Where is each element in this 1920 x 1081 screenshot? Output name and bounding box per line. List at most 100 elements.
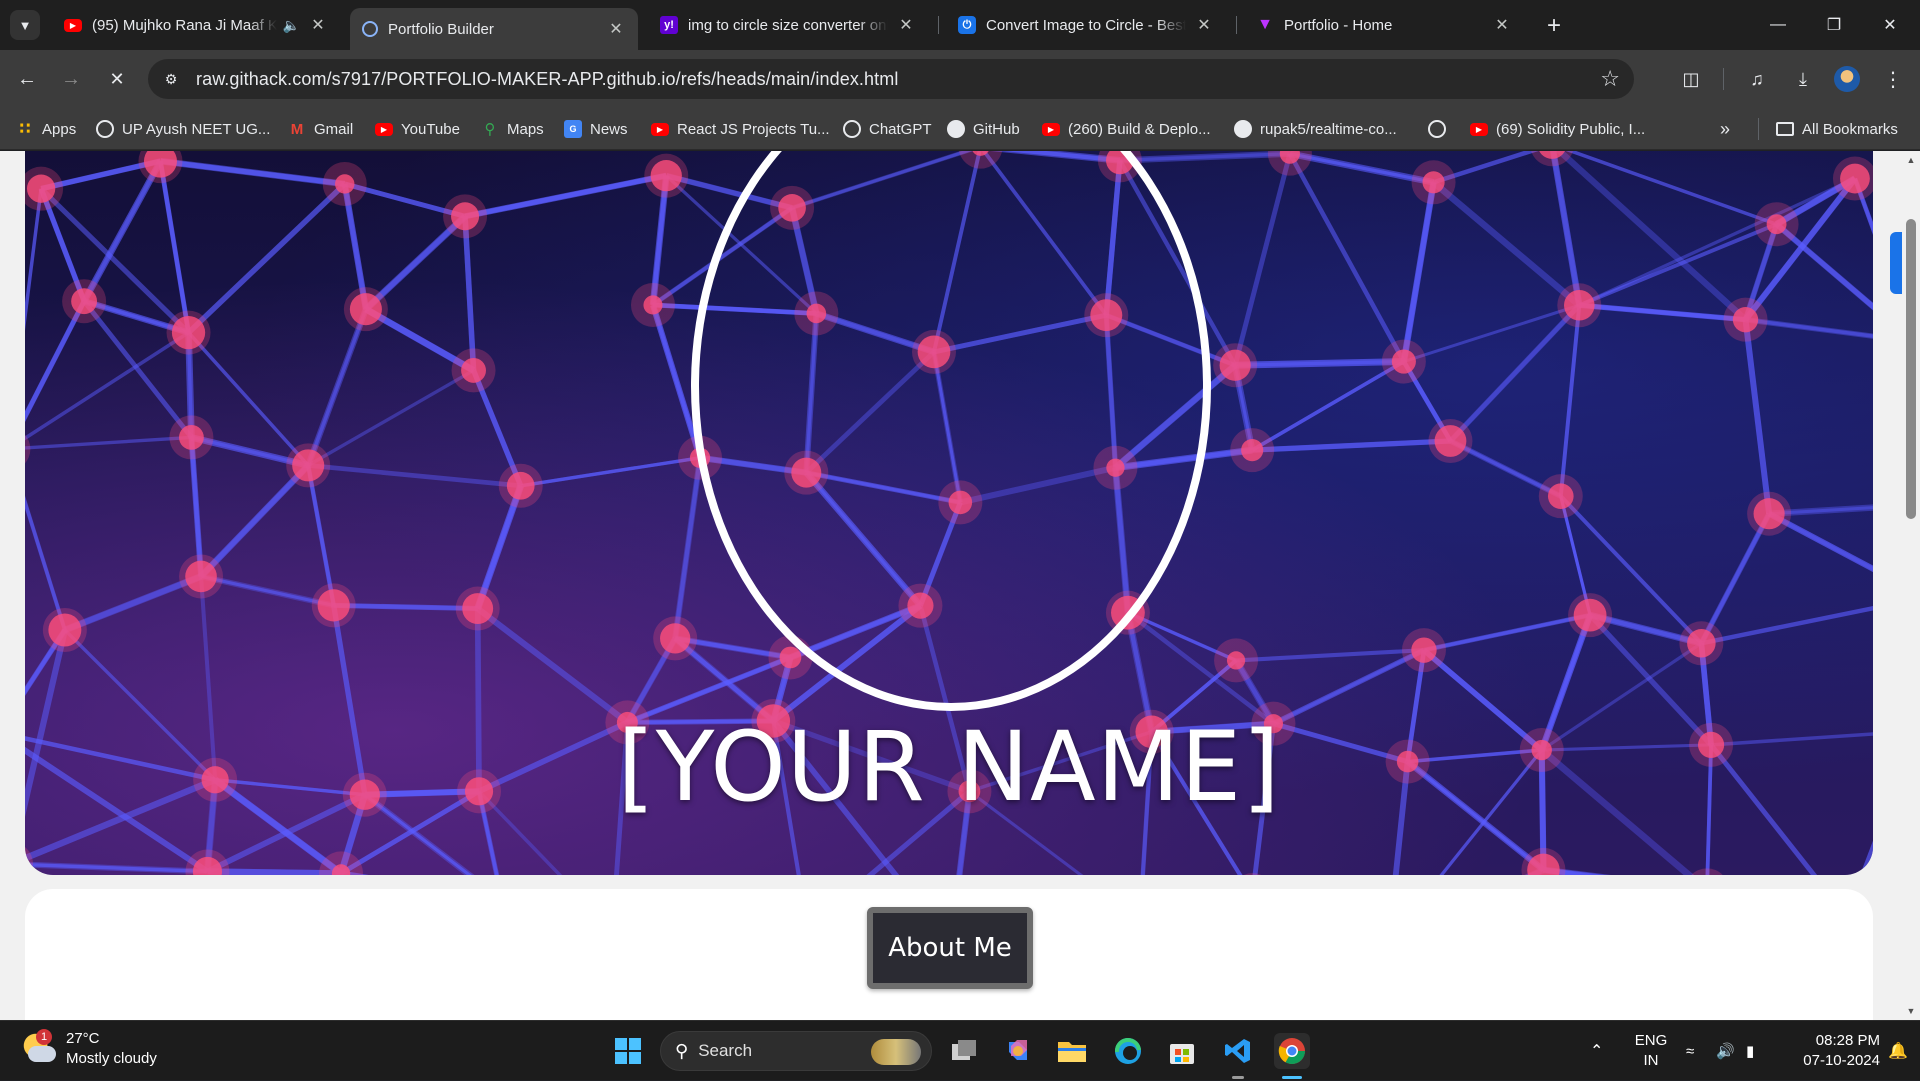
new-tab-button[interactable]: + — [1540, 12, 1568, 40]
bookmark-label: All Bookmarks — [1802, 120, 1898, 138]
all-bookmarks-button[interactable]: All Bookmarks — [1776, 117, 1898, 141]
edge-button[interactable] — [1110, 1033, 1146, 1069]
chrome-button[interactable] — [1274, 1033, 1310, 1069]
network-node — [643, 295, 663, 315]
more-bookmarks-button[interactable]: » — [1720, 117, 1730, 141]
tray-overflow-button[interactable]: ⌃ — [1590, 1021, 1603, 1081]
folder-icon — [1058, 1042, 1086, 1062]
bookmark-item[interactable]: ▶ YouTube — [375, 117, 460, 141]
network-node-glow — [25, 847, 34, 875]
network-node — [506, 471, 535, 500]
network-line — [186, 181, 347, 335]
bookmark-item[interactable]: ▶ (69) Solidity Public, I... — [1470, 117, 1645, 141]
tab-portfolio-builder[interactable]: Portfolio Builder ✕ — [350, 8, 638, 50]
network-line — [1431, 179, 1582, 308]
network-line — [25, 300, 87, 423]
file-explorer-button[interactable] — [1054, 1033, 1090, 1069]
network-line — [307, 463, 521, 489]
active-indicator — [1282, 1076, 1302, 1079]
folder-icon — [1776, 122, 1794, 136]
battery-icon[interactable]: ▮ — [1746, 1021, 1754, 1081]
back-button[interactable]: ← — [12, 64, 42, 94]
tab-convert-image-circle[interactable]: ⏻ Convert Image to Circle - Best I ✕ — [946, 8, 1226, 42]
close-icon[interactable]: ✕ — [896, 15, 916, 35]
minimize-icon: — — [1770, 16, 1786, 33]
copilot-button[interactable] — [1000, 1033, 1036, 1069]
weather-widget[interactable]: 1 27°C Mostly cloudy — [22, 1029, 157, 1069]
bookmark-label: UP Ayush NEET UG... — [122, 120, 271, 138]
speaker-icon[interactable]: 🔈 — [283, 17, 300, 34]
gmail-icon: M — [290, 120, 304, 138]
chrome-icon — [1278, 1038, 1306, 1065]
taskbar-search[interactable]: ⚲ Search — [660, 1031, 932, 1071]
bookmark-item[interactable]: ∷ Apps — [16, 117, 76, 141]
tab-youtube-song[interactable]: ▶ (95) Mujhko Rana Ji Maaf K 🔈 ✕ — [52, 8, 340, 42]
profile-avatar[interactable] — [1834, 66, 1860, 92]
close-window-button[interactable]: ✕ — [1862, 0, 1918, 50]
tab-img-circle-converter[interactable]: y! img to circle size converter onli ✕ — [648, 8, 928, 42]
youtube-icon: ▶ — [651, 122, 669, 136]
address-bar[interactable]: ⚙ raw.githack.com/s7917/PORTFOLIO-MAKER-… — [148, 59, 1634, 99]
search-label: Search — [698, 1041, 753, 1060]
url-text[interactable]: raw.githack.com/s7917/PORTFOLIO-MAKER-AP… — [196, 69, 898, 90]
page-scrollbar[interactable]: ▲ ▼ — [1902, 151, 1920, 1020]
system-clock[interactable]: 08:28 PM 07-10-2024 — [1770, 1031, 1880, 1071]
bookmark-item[interactable]: G News — [564, 117, 628, 141]
scroll-thumb[interactable] — [1906, 219, 1916, 519]
bookmark-item[interactable]: UP Ayush NEET UG... — [96, 117, 270, 141]
tab-title: Portfolio - Home — [1284, 16, 1393, 34]
network-line — [1853, 178, 1873, 234]
bookmarks-separator — [1758, 118, 1759, 140]
arrow-left-icon: ← — [17, 67, 37, 90]
tab-search-button[interactable]: ▼ — [10, 10, 40, 40]
search-icon: ⚲ — [675, 1040, 689, 1061]
region-code: IN — [1643, 1052, 1659, 1069]
scroll-down-icon[interactable]: ▼ — [1902, 1002, 1920, 1020]
news-icon: G — [564, 120, 582, 138]
bookmark-label: (260) Build & Deplo... — [1068, 120, 1211, 138]
bookmark-item[interactable] — [1428, 117, 1454, 141]
bookmark-item[interactable]: M Gmail — [288, 117, 353, 141]
bookmark-label: Maps — [507, 120, 544, 138]
network-node — [660, 623, 691, 654]
bookmark-item[interactable]: rupak5/realtime-co... — [1234, 117, 1397, 141]
bookmark-item[interactable]: ▶ (260) Build & Deplo... — [1042, 117, 1211, 141]
bookmark-item[interactable]: GitHub — [947, 117, 1020, 141]
forward-button[interactable]: → — [56, 64, 86, 94]
store-button[interactable] — [1164, 1033, 1200, 1069]
stop-loading-button[interactable]: ✕ — [102, 64, 132, 94]
bookmark-item[interactable]: ⚲ Maps — [481, 117, 544, 141]
vscode-button[interactable] — [1220, 1033, 1256, 1069]
close-icon[interactable]: ✕ — [606, 19, 626, 39]
scroll-up-icon[interactable]: ▲ — [1902, 151, 1920, 169]
notification-bell-icon[interactable]: 🔔 — [1888, 1021, 1908, 1081]
close-icon[interactable]: ✕ — [1492, 15, 1512, 35]
wifi-icon[interactable]: ≈ — [1686, 1021, 1694, 1081]
bookmark-item[interactable]: ChatGPT — [843, 117, 932, 141]
download-icon[interactable]: ⤓ — [1788, 64, 1818, 94]
start-button[interactable] — [610, 1033, 646, 1069]
site-settings-icon[interactable]: ⚙ — [160, 68, 182, 90]
close-icon[interactable]: ✕ — [1194, 15, 1214, 35]
bookmark-star-icon[interactable]: ☆ — [1600, 66, 1620, 92]
volume-icon[interactable]: 🔊 — [1716, 1021, 1735, 1081]
tab-portfolio-home[interactable]: ▼ Portfolio - Home ✕ — [1244, 8, 1524, 42]
bookmark-item[interactable]: ▶ React JS Projects Tu... — [651, 117, 830, 141]
close-icon[interactable]: ✕ — [308, 15, 328, 35]
menu-kebab-icon[interactable]: ⋮ — [1878, 64, 1908, 94]
windows-logo-icon — [615, 1038, 641, 1064]
task-view-button[interactable] — [946, 1033, 982, 1069]
network-line — [1235, 648, 1425, 663]
network-node — [317, 589, 350, 622]
language-indicator[interactable]: ENG IN — [1634, 1031, 1668, 1071]
minimize-button[interactable]: — — [1750, 0, 1806, 50]
tab-title: Portfolio Builder — [388, 20, 494, 38]
restore-button[interactable]: ❐ — [1806, 0, 1862, 50]
media-control-icon[interactable]: ♫ — [1742, 64, 1772, 94]
about-me-button[interactable]: About Me — [867, 907, 1033, 989]
plus-icon: + — [1546, 12, 1561, 39]
network-node — [185, 560, 217, 593]
extensions-icon[interactable]: ◫ — [1676, 64, 1706, 94]
tab-title: img to circle size converter onli — [688, 16, 888, 34]
network-line — [1742, 319, 1773, 515]
